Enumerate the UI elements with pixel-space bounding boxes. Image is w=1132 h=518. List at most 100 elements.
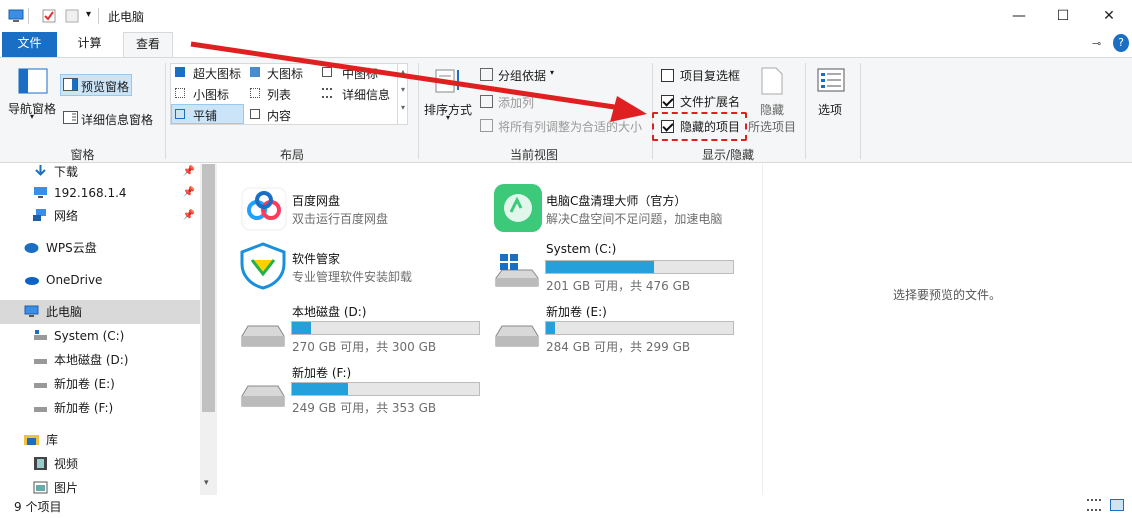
medium-icons-icon bbox=[322, 67, 332, 77]
nav-label: 库 bbox=[46, 433, 59, 447]
title-bar bbox=[0, 0, 1132, 32]
file-extensions-checkbox[interactable] bbox=[661, 95, 674, 108]
layout-list[interactable]: 列表 bbox=[267, 86, 291, 103]
tab-view[interactable]: 查看 bbox=[123, 32, 173, 57]
separator bbox=[860, 63, 861, 159]
separator bbox=[805, 63, 806, 159]
separator bbox=[165, 63, 166, 159]
new-folder-icon[interactable] bbox=[64, 8, 80, 24]
nav-item-drive-e[interactable]: 新加卷 (E:) bbox=[0, 372, 200, 396]
nav-label: 此电脑 bbox=[46, 305, 83, 319]
details-pane-button[interactable]: 详细信息窗格 bbox=[81, 111, 153, 128]
drive-name[interactable]: 新加卷 (E:) bbox=[546, 303, 607, 320]
layout-extra-large-icons[interactable]: 超大图标 bbox=[193, 65, 241, 82]
item-name[interactable]: 百度网盘 bbox=[292, 192, 340, 209]
tab-computer[interactable]: 计算机 bbox=[62, 32, 117, 73]
hide-selected-button[interactable]: 隐藏 bbox=[760, 101, 784, 118]
system-drive-icon bbox=[495, 254, 539, 287]
nav-item-drive-f[interactable]: 新加卷 (F:) bbox=[0, 396, 200, 420]
group-label-layout: 布局 bbox=[279, 148, 304, 162]
nav-label: 本地磁盘 (D:) bbox=[54, 353, 129, 367]
nav-item-drive-c[interactable]: System (C:) bbox=[0, 324, 200, 348]
layout-content[interactable]: 内容 bbox=[267, 107, 291, 124]
item-name[interactable]: 电脑C盘清理大师（官方） bbox=[546, 192, 686, 209]
scrollbar-thumb[interactable] bbox=[202, 164, 215, 412]
layout-small-icons[interactable]: 小图标 bbox=[193, 86, 229, 103]
group-by-icon bbox=[480, 68, 493, 81]
group-by-button[interactable]: 分组依据 bbox=[498, 67, 546, 84]
preview-pane-label: 预览窗格 bbox=[81, 80, 130, 94]
small-icons-icon bbox=[175, 88, 185, 98]
drive-icon bbox=[495, 325, 539, 347]
pin-ribbon-icon[interactable]: ⊸ bbox=[1092, 37, 1101, 50]
close-button[interactable]: ✕ bbox=[1086, 0, 1132, 32]
baidu-netdisk-tile[interactable] bbox=[240, 186, 288, 232]
drive-info: 201 GB 可用，共 476 GB bbox=[546, 279, 691, 293]
preview-pane bbox=[762, 164, 1132, 495]
nav-item-wps-cloud[interactable]: WPS云盘 bbox=[0, 236, 200, 260]
item-name[interactable]: 软件管家 bbox=[292, 250, 340, 267]
drive-info: 284 GB 可用，共 299 GB bbox=[546, 340, 691, 354]
navigation-scrollbar[interactable]: ▾ bbox=[200, 164, 217, 495]
tiles-view-icon[interactable] bbox=[1110, 499, 1124, 511]
customize-toolbar-chevron-icon[interactable]: ▾ bbox=[86, 9, 91, 20]
drive-usage-fill bbox=[546, 261, 655, 273]
help-icon[interactable]: ? bbox=[1113, 34, 1129, 52]
drive-usage-bar bbox=[545, 321, 734, 335]
drive-name[interactable]: 本地磁盘 (D:) bbox=[292, 303, 366, 320]
hide-selected-icon bbox=[761, 67, 783, 95]
computer-icon bbox=[24, 305, 39, 317]
nav-item-libraries[interactable]: 库 bbox=[0, 428, 200, 452]
item-description: 解决C盘空间不足问题，加速电脑 bbox=[546, 212, 723, 226]
layout-medium-icons[interactable]: 中图标 bbox=[342, 65, 378, 82]
drive-e-tile[interactable] bbox=[494, 320, 540, 352]
options-button[interactable]: 选项 bbox=[818, 101, 842, 118]
library-icon bbox=[24, 435, 39, 445]
drive-usage-bar bbox=[291, 321, 480, 335]
nav-label: OneDrive bbox=[46, 273, 103, 287]
details-view-icon[interactable] bbox=[1087, 499, 1101, 511]
layout-large-icons[interactable]: 大图标 bbox=[267, 65, 303, 82]
item-checkboxes-checkbox[interactable] bbox=[661, 69, 674, 82]
status-bar bbox=[0, 495, 1132, 518]
nav-label: 网络 bbox=[54, 209, 79, 223]
nav-item-network-share[interactable]: 192.168.1.4 📌 bbox=[0, 181, 200, 205]
drive-info: 249 GB 可用，共 353 GB bbox=[292, 401, 437, 415]
download-icon bbox=[35, 165, 46, 176]
navigation-pane: 下载 📌 192.168.1.4 📌 网络 📌 WPS云盘 OneDrive 此… bbox=[0, 164, 217, 495]
nav-item-this-pc[interactable]: 此电脑 bbox=[0, 300, 200, 324]
drive-c-tile[interactable] bbox=[494, 250, 540, 290]
onedrive-cloud-icon bbox=[25, 277, 39, 285]
separator bbox=[98, 8, 99, 24]
drive-name[interactable]: 新加卷 (F:) bbox=[292, 364, 351, 381]
drive-icon bbox=[241, 325, 285, 347]
tab-file[interactable]: 文件 bbox=[2, 32, 57, 57]
scroll-down-icon[interactable]: ▾ bbox=[204, 478, 209, 488]
properties-icon[interactable] bbox=[41, 8, 57, 24]
c-cleaner-tile[interactable] bbox=[494, 184, 542, 232]
add-columns-button[interactable]: 添加列 bbox=[498, 94, 534, 111]
item-description: 专业管理软件安装卸载 bbox=[292, 270, 413, 284]
nav-label: 192.168.1.4 bbox=[54, 186, 127, 200]
drive-d-tile[interactable] bbox=[240, 320, 286, 352]
layout-tiles-label: 平铺 bbox=[193, 109, 218, 123]
list-icon bbox=[250, 88, 260, 98]
nav-item-drive-d[interactable]: 本地磁盘 (D:) bbox=[0, 348, 200, 372]
software-manager-tile[interactable] bbox=[238, 242, 288, 290]
nav-item-videos[interactable]: 视频 bbox=[0, 452, 200, 476]
nav-item-onedrive[interactable]: OneDrive bbox=[0, 268, 200, 292]
nav-label: WPS云盘 bbox=[46, 241, 97, 255]
minimize-button[interactable]: — bbox=[996, 0, 1042, 32]
nav-label: System (C:) bbox=[54, 329, 125, 343]
nav-item-network[interactable]: 网络 📌 bbox=[0, 204, 200, 228]
drive-f-tile[interactable] bbox=[240, 380, 286, 412]
maximize-button[interactable]: ☐ bbox=[1040, 0, 1086, 32]
annotation-highlight bbox=[652, 112, 747, 141]
size-columns-button[interactable]: 将所有列调整为合适的大小 bbox=[498, 118, 642, 135]
drive-name[interactable]: System (C:) bbox=[546, 242, 616, 256]
layout-gallery-scroll[interactable]: ▴ ▾ ▾ bbox=[397, 63, 408, 125]
separator bbox=[28, 8, 29, 24]
layout-details[interactable]: 详细信息 bbox=[342, 86, 390, 103]
item-count: 9 个项目 bbox=[14, 500, 62, 514]
drive-usage-bar bbox=[545, 260, 734, 274]
